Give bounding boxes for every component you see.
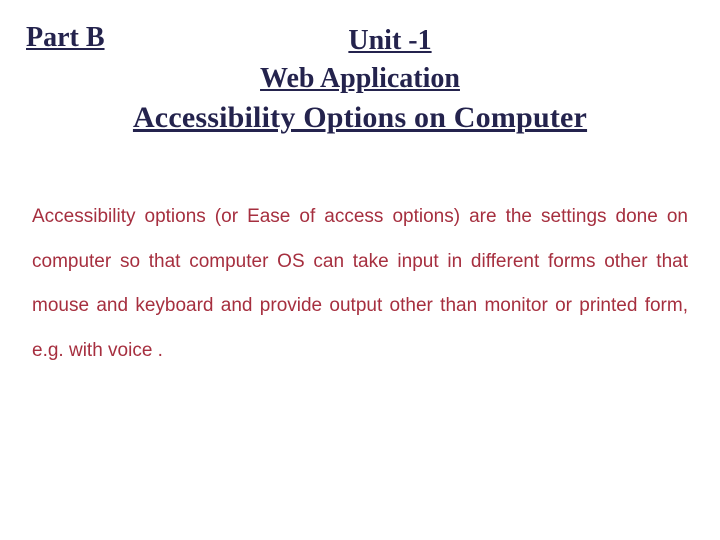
slide-page: Part B Unit -1 Web Application Accessibi… (0, 0, 720, 540)
body-paragraph: Accessibility options (or Ease of access… (32, 195, 688, 374)
title-unit: Unit -1 (86, 22, 694, 60)
title-topic: Accessibility Options on Computer (26, 98, 694, 139)
title-block: Unit -1 Web Application Accessibility Op… (26, 22, 694, 138)
title-subject: Web Application (26, 60, 694, 98)
slide-header: Part B Unit -1 Web Application Accessibi… (26, 22, 694, 138)
part-label: Part B (26, 22, 105, 54)
